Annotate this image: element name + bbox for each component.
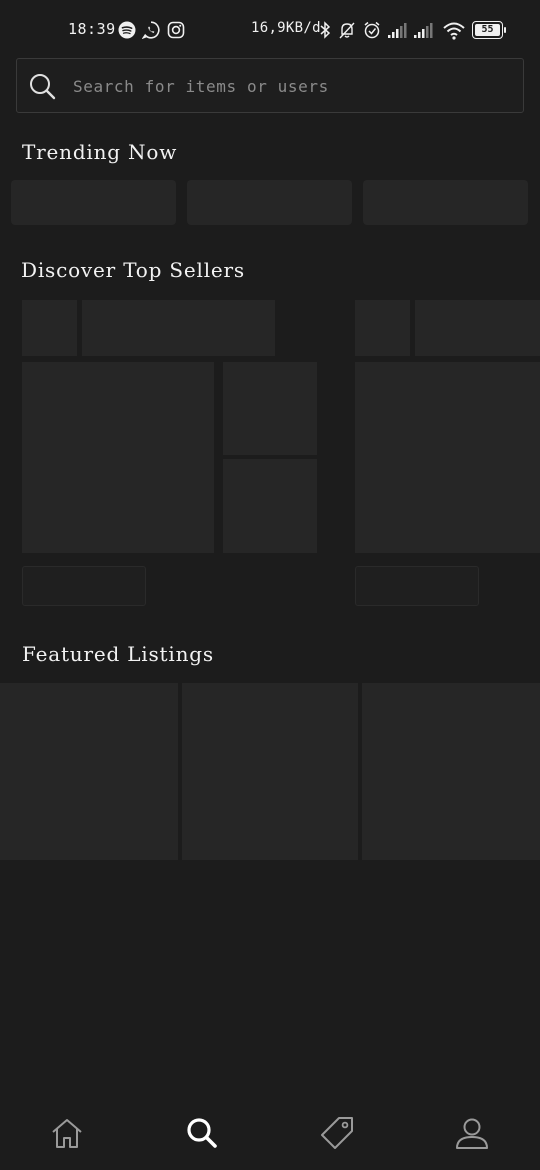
featured-listing[interactable] [362, 683, 540, 860]
search-icon [30, 74, 56, 100]
search-input[interactable] [73, 71, 503, 101]
alarm-icon [364, 21, 380, 39]
seller-item-image [223, 459, 317, 553]
trending-item[interactable] [11, 180, 176, 225]
profile-icon [456, 1118, 488, 1149]
bluetooth-icon [320, 21, 331, 39]
search-icon [187, 1118, 217, 1148]
seller-follow-button[interactable] [22, 566, 146, 606]
battery-icon: 55 [472, 21, 506, 39]
bottom-nav [0, 1095, 540, 1170]
nav-profile-button[interactable] [442, 1103, 502, 1163]
featured-listing[interactable] [182, 683, 358, 860]
wifi-icon [443, 22, 465, 40]
section-title-trending: Trending Now [22, 140, 178, 164]
spotify-icon [118, 21, 136, 39]
seller-item-image [223, 362, 317, 455]
bell-muted-icon [339, 22, 355, 39]
tag-icon [321, 1117, 353, 1149]
search-bar[interactable] [16, 58, 524, 113]
nav-sell-button[interactable] [307, 1103, 367, 1163]
seller-item-image [355, 362, 540, 553]
trending-item[interactable] [363, 180, 528, 225]
instagram-icon [167, 21, 185, 39]
featured-listing[interactable] [0, 683, 178, 860]
seller-avatar [22, 300, 77, 356]
seller-avatar [355, 300, 410, 356]
seller-card[interactable] [355, 300, 540, 606]
whatsapp-icon [142, 21, 160, 39]
seller-name [415, 300, 540, 356]
section-title-featured: Featured Listings [22, 642, 214, 666]
seller-name [82, 300, 275, 356]
status-bar: 18:39 16,9KB/d 55 [0, 0, 540, 56]
signal-icon [414, 23, 433, 38]
signal-icon [388, 23, 407, 38]
home-icon [52, 1119, 82, 1148]
seller-item-image [22, 362, 214, 553]
section-title-top-sellers: Discover Top Sellers [21, 258, 245, 282]
trending-item[interactable] [187, 180, 352, 225]
battery-level: 55 [481, 24, 494, 35]
nav-search-button[interactable] [172, 1103, 232, 1163]
seller-card[interactable] [22, 300, 317, 606]
nav-home-button[interactable] [37, 1103, 97, 1163]
seller-follow-button[interactable] [355, 566, 479, 606]
status-time: 18:39 [68, 20, 116, 38]
network-speed: 16,9KB/d [251, 20, 321, 36]
